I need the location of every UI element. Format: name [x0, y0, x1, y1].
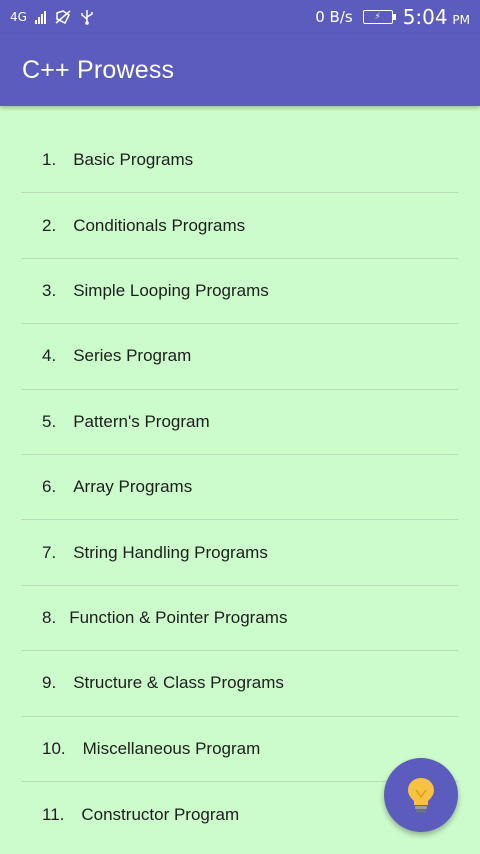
clock-time: 5:04 [402, 5, 448, 29]
list-item-array-programs[interactable]: 6. Array Programs [21, 455, 458, 521]
list-item-basic-programs[interactable]: 1. Basic Programs [21, 128, 458, 194]
item-label: Basic Programs [73, 150, 194, 170]
list-item-string-handling-programs[interactable]: 7. String Handling Programs [21, 520, 458, 586]
item-label: Miscellaneous Program [82, 738, 261, 758]
item-label: Function & Pointer Programs [69, 607, 288, 627]
item-label: Array Programs [73, 477, 193, 497]
list-item-patterns-program[interactable]: 5. Pattern's Program [21, 390, 458, 455]
signal-icon [34, 10, 46, 24]
tips-fab-button[interactable] [384, 758, 458, 832]
clock-ampm: PM [452, 13, 470, 27]
list-item-simple-looping-programs[interactable]: 3. Simple Looping Programs [21, 259, 458, 325]
status-right: 0 B/s ⚡ 5:04 PM [315, 5, 470, 29]
item-number: 7. [42, 542, 57, 562]
list-item-structure-class-programs[interactable]: 9. Structure & Class Programs [21, 651, 458, 717]
item-label: Constructor Program [81, 804, 240, 824]
usb-icon [81, 10, 93, 25]
item-number: 11. [42, 804, 65, 824]
no-sim-icon [55, 10, 71, 25]
program-category-list: 1. Basic Programs 2. Conditionals Progra… [21, 128, 458, 847]
app-title: C++ Prowess [22, 55, 175, 84]
item-label: Simple Looping Programs [73, 280, 269, 300]
item-number: 1. [42, 150, 57, 170]
item-label: String Handling Programs [73, 542, 268, 562]
item-label: Series Program [73, 346, 192, 366]
item-number: 9. [42, 673, 57, 693]
item-number: 4. [42, 346, 57, 366]
item-number: 8. [42, 607, 57, 627]
data-rate: 0 B/s [315, 8, 353, 26]
item-number: 3. [42, 280, 57, 300]
status-bar: 4G 0 B/s ⚡ 5:04 PM [0, 0, 480, 34]
list-item-series-program[interactable]: 4. Series Program [21, 324, 458, 390]
app-bar: C++ Prowess [0, 34, 480, 106]
item-label: Conditionals Programs [73, 215, 246, 235]
list-item-function-pointer-programs[interactable]: 8. Function & Pointer Programs [21, 586, 458, 652]
item-label: Structure & Class Programs [73, 673, 284, 693]
item-number: 5. [42, 411, 57, 431]
status-left: 4G [10, 9, 94, 25]
item-number: 10. [42, 738, 66, 758]
battery-icon: ⚡ [362, 10, 396, 24]
list-item-conditionals-programs[interactable]: 2. Conditionals Programs [21, 193, 458, 259]
lightbulb-icon [408, 778, 434, 813]
clock: 5:04 PM [403, 5, 470, 29]
item-number: 2. [42, 215, 57, 235]
network-type: 4G [10, 10, 27, 24]
item-label: Pattern's Program [73, 411, 210, 431]
item-number: 6. [42, 477, 57, 497]
